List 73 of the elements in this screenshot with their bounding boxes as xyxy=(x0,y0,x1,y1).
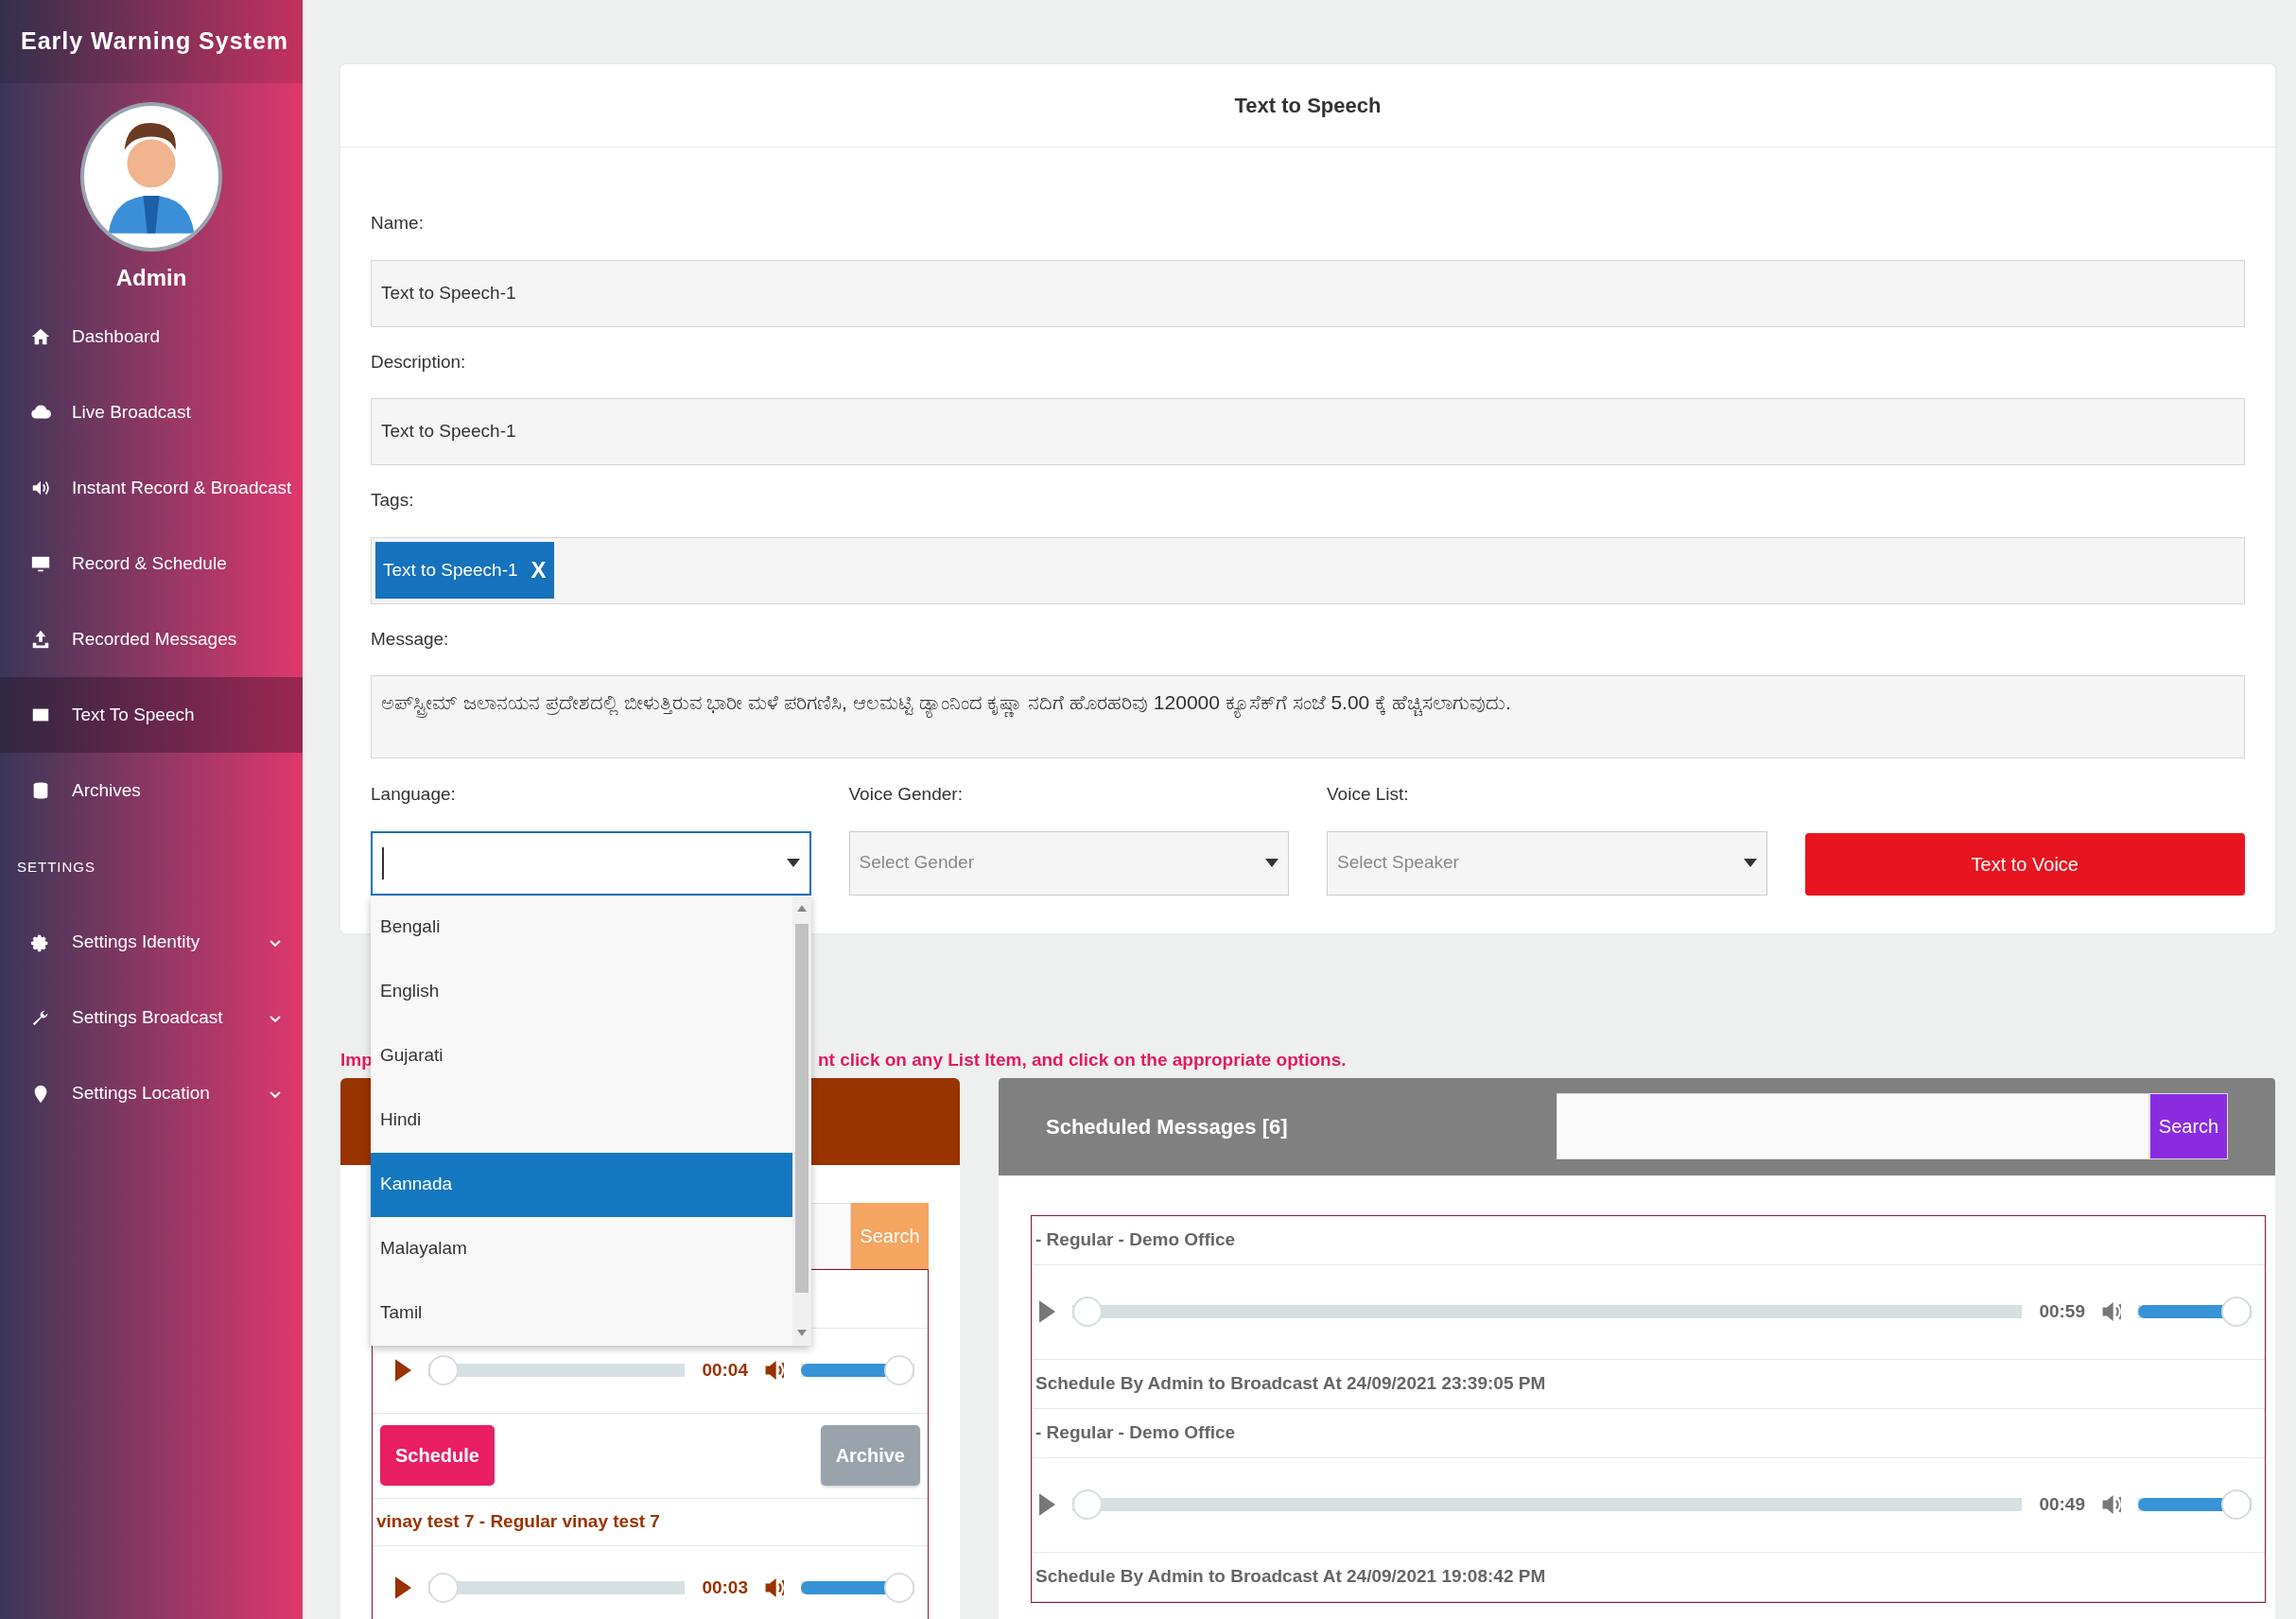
time-label: 00:04 xyxy=(702,1358,748,1382)
volume-icon xyxy=(765,1577,784,1598)
seek-thumb[interactable] xyxy=(428,1355,459,1385)
volume-icon xyxy=(2102,1301,2121,1322)
sidebar-item[interactable]: Settings Broadcast xyxy=(0,980,303,1056)
panel-title: Scheduled Messages [6] xyxy=(1046,1113,1289,1140)
volume-thumb[interactable] xyxy=(884,1573,914,1603)
message-title: vinay test 7 - Regular vinay test 7 xyxy=(373,1498,928,1546)
schedule-info: Schedule By Admin to Broadcast At 24/09/2021 23:39:05 PM xyxy=(1032,1359,2265,1409)
field-label: Description: xyxy=(371,350,466,374)
seek-thumb[interactable] xyxy=(1072,1489,1103,1520)
caret-icon xyxy=(1265,859,1278,867)
message-textarea[interactable]: ಅಪ್‌ಸ್ಟ್ರೀಮ್ ಜಲಾನಯನ ಪ್ರದೇಶದಲ್ಲಿ ಬೀಳುತ್ತಿರುವ ಭಾರೀ ಮಳೆ ಪರಿಗಣಿಸಿ, ಆಲಮಟ್ಟಿ ಡ್ಯಾಂನಿಂದ ಕೃಷ್ಣಾ ನದಿಗೆ ಹೊರಹರಿವು 120000 ಕ್ಯೂಸೆಕ್‌ಗೆ ಸಂಜೆ 5.00 ಕ್ಕೆ ಹೆಚ್ಚಿಸಲಾಗುವುದು. xyxy=(371,675,2245,758)
volume-thumb[interactable] xyxy=(2221,1297,2252,1327)
text-field[interactable]: Text to Speech-1 xyxy=(371,259,2245,327)
field-label: Message: xyxy=(371,627,449,651)
sidebar-item[interactable]: Record & Schedule xyxy=(0,526,303,601)
schedule-button[interactable]: Schedule xyxy=(380,1425,495,1486)
volume-icon xyxy=(2102,1494,2121,1515)
play-icon xyxy=(395,1576,411,1599)
text-to-voice-button[interactable]: Text to Voice xyxy=(1804,832,2245,896)
sidebar-item[interactable]: Dashboard xyxy=(0,299,303,374)
field-label: Language: xyxy=(371,783,456,806)
time-label: 00:49 xyxy=(2039,1492,2085,1516)
user-name: Admin xyxy=(114,264,188,292)
tag-chip: Text to Speech-1 X xyxy=(375,542,554,599)
home-icon xyxy=(30,326,51,347)
dropdown-option[interactable]: Malayalam xyxy=(371,1216,792,1281)
dropdown-option[interactable]: Hindi xyxy=(371,1088,792,1153)
tags-field[interactable]: Text to Speech-1 X xyxy=(371,536,2245,604)
dropdown-option[interactable]: Tamil xyxy=(371,1280,792,1346)
time-label: 00:59 xyxy=(2039,1299,2085,1323)
caret-icon xyxy=(786,859,800,867)
time-label: 00:03 xyxy=(702,1575,748,1599)
play-icon xyxy=(1039,1300,1055,1323)
volume-thumb[interactable] xyxy=(884,1355,914,1385)
volume-icon xyxy=(765,1360,784,1381)
dropdown-option[interactable]: English xyxy=(371,959,792,1024)
sidebar-item[interactable]: Settings Location xyxy=(0,1055,303,1132)
field-label: Voice Gender: xyxy=(848,783,963,806)
field-label: Tags: xyxy=(371,489,414,512)
message-title: - Regular - Demo Office xyxy=(1032,1215,2265,1265)
dropdown-option[interactable]: Bengali xyxy=(371,895,792,960)
upload-icon xyxy=(30,629,51,650)
sidebar-item[interactable]: Archives xyxy=(0,753,303,828)
field-label: Name: xyxy=(371,212,424,235)
seek-thumb[interactable] xyxy=(1072,1297,1103,1327)
field-label: Voice List: xyxy=(1327,783,1409,806)
notice-text: Imp xyxy=(340,1049,373,1071)
scrollbar[interactable] xyxy=(791,895,811,1346)
schedule-info: Schedule By Admin to Broadcast At 24/09/2021 19:08:42 PM xyxy=(1032,1552,2265,1602)
caret-icon xyxy=(1743,859,1757,867)
text-field[interactable]: Text to Speech-1 xyxy=(371,398,2245,465)
dropdown-field[interactable] xyxy=(371,830,811,896)
play-icon xyxy=(1039,1493,1055,1516)
sidebar-item[interactable]: Settings Identity xyxy=(0,904,303,981)
remove-tag-button[interactable]: X xyxy=(531,553,547,587)
sidebar-item[interactable]: Live Broadcast xyxy=(0,374,303,450)
app-title: Early Warning System xyxy=(0,0,303,83)
play-icon xyxy=(395,1359,411,1382)
search-button[interactable]: Search xyxy=(2149,1093,2228,1159)
notice-text: nt click on any List Item, and click on the appropriate options. xyxy=(818,1049,1347,1071)
search-field[interactable] xyxy=(1557,1093,2149,1159)
section-label: SETTINGS xyxy=(16,858,96,877)
volume-thumb[interactable] xyxy=(2221,1489,2252,1520)
sidebar-item[interactable]: Text To Speech xyxy=(0,677,303,753)
message-title: - Regular - Demo Office xyxy=(1032,1408,2265,1458)
card-title: Text to Speech xyxy=(340,64,2275,148)
sidebar-item[interactable]: Recorded Messages xyxy=(0,601,303,677)
seek-thumb[interactable] xyxy=(428,1573,459,1603)
sidebar-item[interactable]: Instant Record & Broadcast xyxy=(0,450,303,526)
dropdown-option[interactable]: Kannada xyxy=(371,1152,792,1217)
dropdown-option[interactable]: Gujarati xyxy=(371,1023,792,1088)
